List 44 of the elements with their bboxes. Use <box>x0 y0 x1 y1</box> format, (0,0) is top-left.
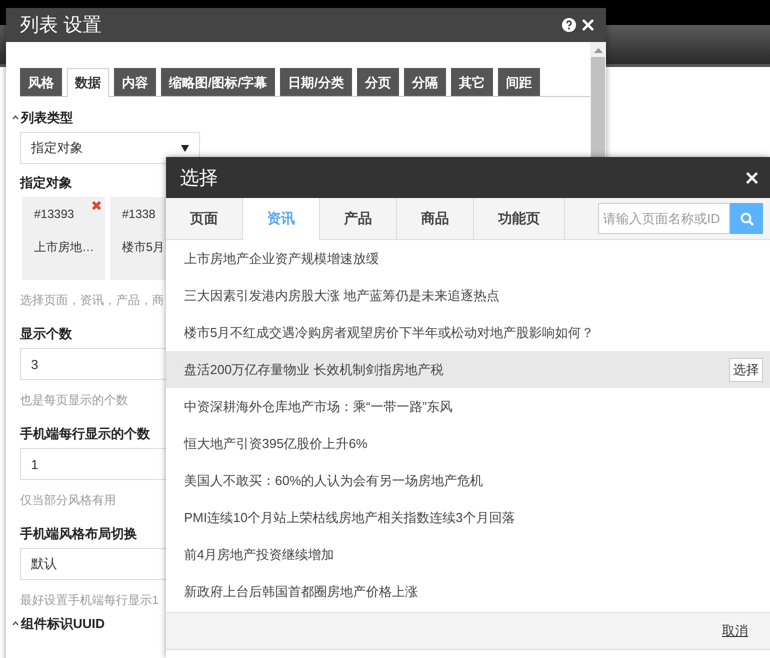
list-row[interactable]: PMI连续10个月站上荣枯线房地产相关指数连续3个月回落 <box>166 499 770 536</box>
field-label: 显示个数 <box>20 325 72 342</box>
field-label: 指定对象 <box>20 174 72 191</box>
list-row[interactable]: 楼市5月不红成交遇冷购房者观望房价下半年或松动对地产股影响如何？ <box>166 314 770 351</box>
target-card[interactable]: #13393 上市房地… <box>22 197 105 280</box>
list-row[interactable]: 中资深耕海外仓库地产市场：乘“一带一路”东风 <box>166 388 770 425</box>
list-row[interactable]: 上市房地产企业资产规模增速放缓 <box>166 240 770 277</box>
select-field[interactable]: 指定对象 <box>20 132 200 164</box>
hint-text: 选择页面，资讯，产品，商 <box>20 292 164 309</box>
tab[interactable]: 缩略图/图标/字幕 <box>161 68 276 96</box>
hint-text: 也是每页显示的个数 <box>20 392 128 409</box>
search-field[interactable]: 请输入页面名称或ID <box>598 203 730 234</box>
tab[interactable]: 内容 <box>114 68 156 96</box>
caret-icon <box>12 621 19 626</box>
tab[interactable]: 其它 <box>450 68 493 96</box>
list-row[interactable]: 三大因素引发港内房股大涨 地产蓝筹仍是未来追逐热点 <box>166 277 770 314</box>
select-button[interactable]: 选择 <box>729 358 763 382</box>
field-label: 手机端风格布局切换 <box>20 525 137 542</box>
search-icon <box>740 212 754 226</box>
tab[interactable]: 数据 <box>67 68 109 97</box>
dropdown-arrow-icon <box>181 144 189 152</box>
tab[interactable]: 分页 <box>356 68 399 96</box>
dialog-title: 选择 <box>180 166 219 190</box>
list-row[interactable]: 前4月房地产投资继续增加 <box>166 536 770 573</box>
close-icon[interactable] <box>582 19 594 31</box>
tab[interactable]: 日期/分类 <box>280 68 352 96</box>
section-title[interactable]: 列表类型 <box>21 108 73 126</box>
tab[interactable]: 风格 <box>20 68 62 96</box>
remove-icon[interactable] <box>91 200 102 211</box>
list-row[interactable]: 新政府上台后韩国首都圈房地产价格上涨 <box>166 573 770 610</box>
dialog-title: 列表 设置 <box>20 14 102 38</box>
list-row[interactable]: 恒大地产引资395亿股价上升6% <box>166 425 770 462</box>
hint-text: 仅当部分风格有用 <box>20 492 116 509</box>
list-row[interactable]: 盘活200万亿存量物业 长效机制剑指房地产税 选择 <box>166 351 770 388</box>
caret-icon <box>12 115 19 120</box>
hint-text: 最好设置手机端每行显示1 <box>20 592 159 609</box>
help-icon[interactable] <box>562 18 576 32</box>
tab[interactable]: 分隔 <box>404 68 446 96</box>
field-label: 手机端每行显示的个数 <box>20 425 150 442</box>
close-icon[interactable] <box>746 172 758 184</box>
cancel-link[interactable]: 取消 <box>722 622 748 640</box>
section-title[interactable]: 组件标识UUID <box>21 614 105 632</box>
tab[interactable]: 间距 <box>498 68 540 96</box>
list-row[interactable]: 美国人不敢买：60%的人认为会有另一场房地产危机 <box>166 462 770 499</box>
